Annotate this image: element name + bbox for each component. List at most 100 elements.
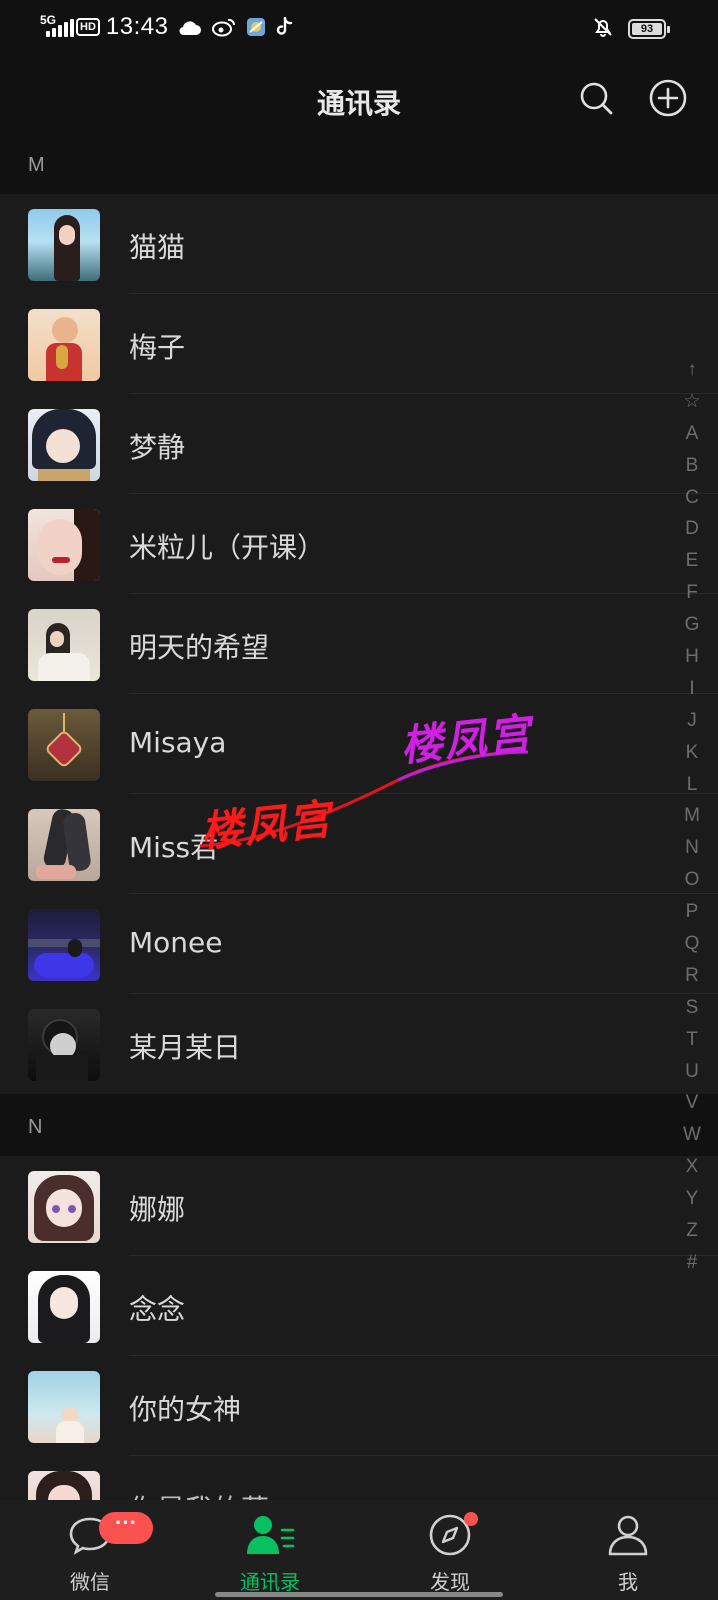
tab-discover[interactable]: 发现 — [360, 1500, 540, 1600]
contact-name: 明天的希望 — [129, 631, 270, 664]
avatar — [28, 609, 100, 681]
cloud-icon — [178, 18, 202, 36]
index-letter[interactable]: ↑ — [678, 354, 706, 386]
contact-item[interactable]: 猫猫 — [0, 194, 718, 294]
header-bar: 通讯录 — [0, 56, 718, 146]
battery-indicator: 93 — [628, 19, 670, 39]
unread-badge: ··· — [99, 1512, 153, 1544]
section-letter: N — [28, 1116, 43, 1138]
tab-contacts[interactable]: 通讯录 — [180, 1500, 360, 1600]
contact-name-partial: 你是我的菜 — [129, 1488, 269, 1500]
index-letter[interactable]: G — [678, 609, 706, 641]
index-letter[interactable]: I — [678, 673, 706, 705]
index-letter[interactable]: T — [678, 1024, 706, 1056]
avatar — [28, 1471, 100, 1500]
game-app-icon — [246, 17, 266, 37]
person-icon — [603, 1512, 653, 1558]
contact-name: 梅子 — [129, 331, 186, 364]
avatar — [28, 1009, 100, 1081]
index-letter[interactable]: # — [678, 1247, 706, 1279]
tiktok-icon — [276, 17, 294, 37]
section-header-n: N — [0, 1100, 718, 1156]
index-letter[interactable]: X — [678, 1151, 706, 1183]
contact-name: 念念 — [129, 1293, 186, 1326]
avatar — [28, 509, 100, 581]
bottom-nav: ··· 微信 通讯录 发现 我 — [0, 1500, 718, 1600]
tab-label: 通讯录 — [240, 1570, 300, 1594]
index-letter[interactable]: O — [678, 864, 706, 896]
index-letter[interactable]: A — [678, 418, 706, 450]
mute-bell-icon — [592, 16, 614, 42]
status-bar: 5G HD 13:43 93 — [0, 0, 718, 56]
avatar — [28, 809, 100, 881]
index-letter[interactable]: K — [678, 737, 706, 769]
search-button[interactable] — [576, 78, 616, 118]
signal-icon: 5G — [40, 14, 74, 40]
index-letter[interactable]: S — [678, 992, 706, 1024]
index-letter[interactable]: N — [678, 832, 706, 864]
contact-item-partial[interactable]: 你是我的菜 — [0, 1456, 718, 1500]
contact-name: Miss君 — [129, 831, 219, 864]
contact-name: Monee — [129, 926, 223, 959]
index-letter[interactable]: R — [678, 960, 706, 992]
tab-label: 发现 — [430, 1570, 470, 1594]
contact-item[interactable]: Miss君 — [0, 794, 718, 894]
contact-item[interactable]: Misaya — [0, 694, 718, 794]
tab-label: 微信 — [70, 1570, 110, 1594]
index-letter[interactable]: V — [678, 1087, 706, 1119]
avatar — [28, 1371, 100, 1443]
index-letter[interactable]: M — [678, 800, 706, 832]
index-letter[interactable]: W — [678, 1119, 706, 1151]
contact-name: 猫猫 — [129, 231, 186, 264]
weibo-icon — [212, 17, 236, 37]
avatar — [28, 309, 100, 381]
contact-name: Misaya — [129, 726, 227, 759]
home-indicator[interactable] — [215, 1592, 503, 1597]
index-letter[interactable]: B — [678, 450, 706, 482]
index-letter[interactable]: Z — [678, 1215, 706, 1247]
contact-name: 娜娜 — [129, 1193, 186, 1226]
add-icon — [649, 79, 687, 117]
index-letter[interactable]: Q — [678, 928, 706, 960]
notification-dot — [464, 1512, 478, 1526]
tab-me[interactable]: 我 — [538, 1500, 718, 1600]
tab-label: 我 — [618, 1570, 638, 1594]
index-letter[interactable]: F — [678, 577, 706, 609]
avatar — [28, 709, 100, 781]
avatar — [28, 209, 100, 281]
hd-indicator: HD — [76, 18, 100, 36]
search-icon — [580, 82, 613, 115]
contact-item[interactable]: 梅子 — [0, 294, 718, 394]
tab-chats[interactable]: ··· 微信 — [0, 1500, 180, 1600]
contact-name: 米粒儿（开课） — [129, 531, 326, 564]
index-letter[interactable]: J — [678, 705, 706, 737]
index-letter[interactable]: Y — [678, 1183, 706, 1215]
network-label: 5G — [40, 13, 57, 27]
contact-item[interactable]: 米粒儿（开课） — [0, 494, 718, 594]
contact-item[interactable]: Monee — [0, 894, 718, 994]
index-letter[interactable]: P — [678, 896, 706, 928]
index-letter[interactable]: H — [678, 641, 706, 673]
contact-item[interactable]: 念念 — [0, 1256, 718, 1356]
index-letter[interactable]: E — [678, 545, 706, 577]
contact-item[interactable]: 某月某日 — [0, 994, 718, 1094]
contact-list-m: 猫猫 梅子 梦静 米粒儿（开课） 明天的希望 Misaya Miss君 Mone… — [0, 194, 718, 1094]
index-letter[interactable]: D — [678, 513, 706, 545]
alphabet-index[interactable]: ↑ ☆ A B C D E F G H I J K L M N O P Q R S T U V W X Y Z # — [678, 354, 706, 1279]
contact-name: 你的女神 — [129, 1393, 242, 1426]
avatar — [28, 909, 100, 981]
add-button[interactable] — [648, 78, 688, 118]
index-letter[interactable]: U — [678, 1056, 706, 1088]
contacts-icon — [245, 1512, 295, 1558]
contact-item[interactable]: 娜娜 — [0, 1156, 718, 1256]
section-letter: M — [28, 154, 45, 176]
contact-item[interactable]: 明天的希望 — [0, 594, 718, 694]
contact-item[interactable]: 梦静 — [0, 394, 718, 494]
index-letter[interactable]: ☆ — [678, 386, 706, 418]
contact-item[interactable]: 你的女神 — [0, 1356, 718, 1456]
index-letter[interactable]: C — [678, 482, 706, 514]
contact-name: 某月某日 — [129, 1031, 242, 1064]
index-letter[interactable]: L — [678, 769, 706, 801]
battery-level: 93 — [640, 23, 654, 35]
avatar — [28, 1171, 100, 1243]
